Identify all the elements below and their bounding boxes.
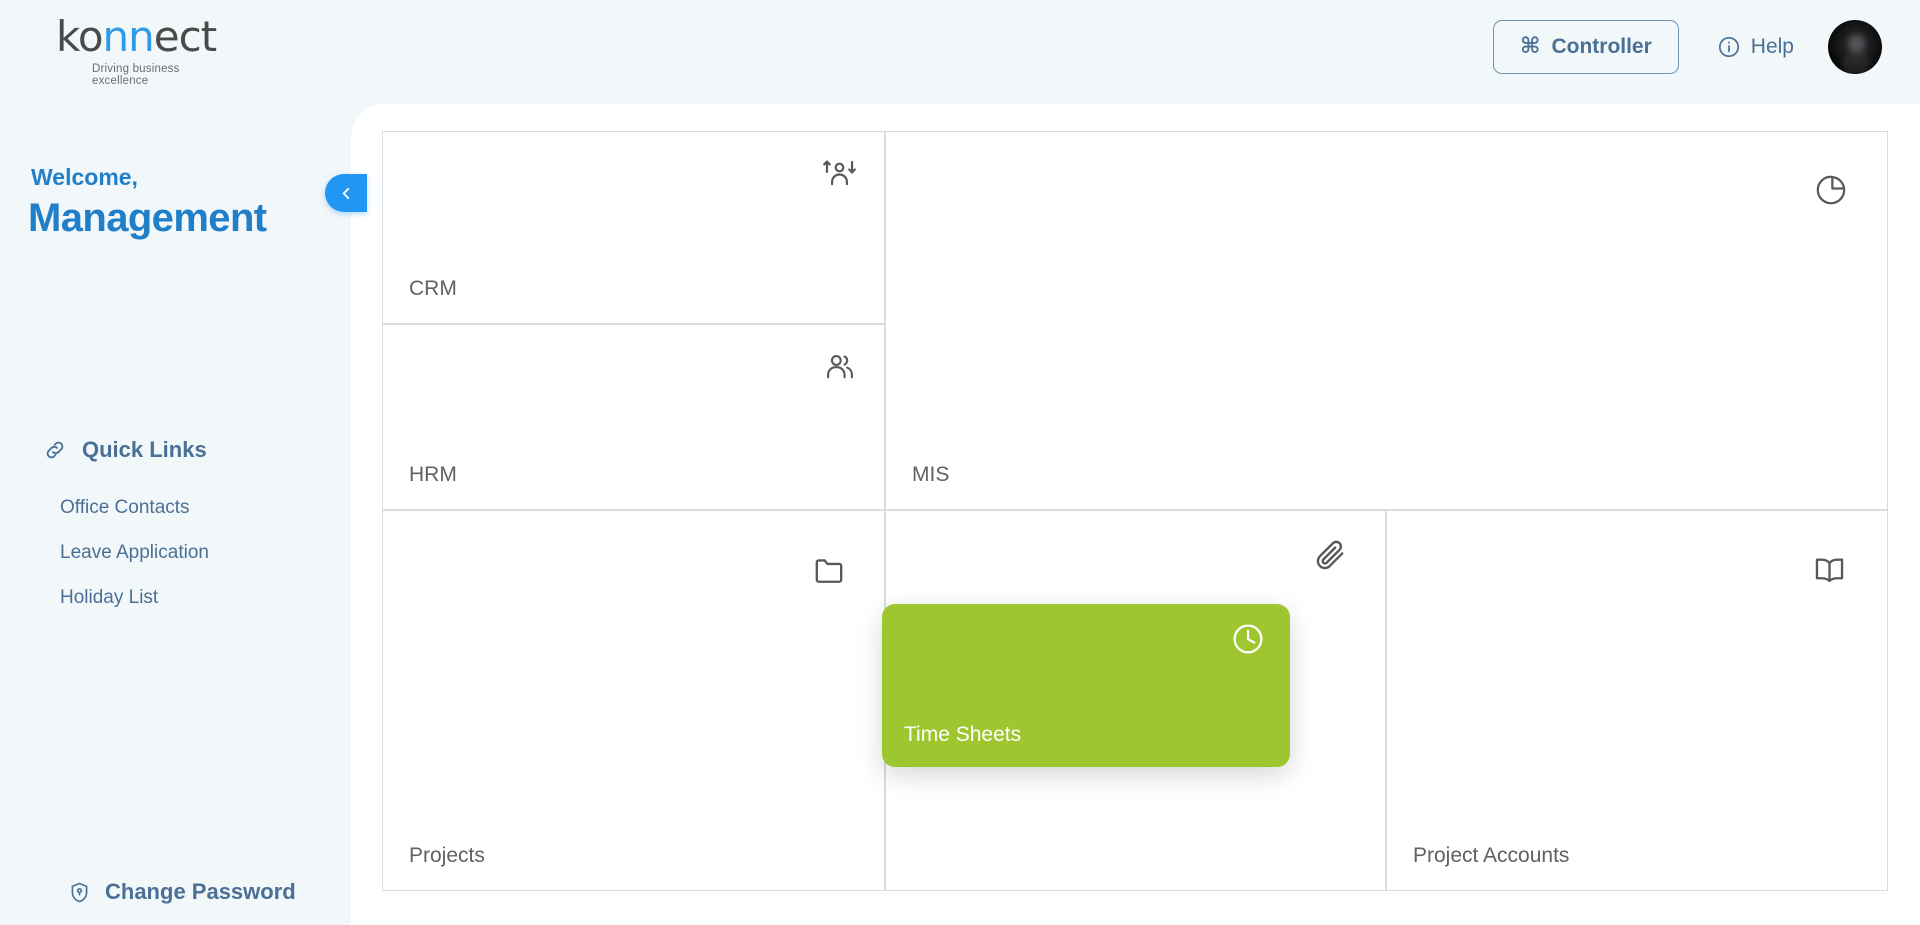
clock-icon (1230, 621, 1266, 657)
quick-links-title: Quick Links (82, 437, 207, 462)
tile-project-accounts[interactable]: Project Accounts (1386, 510, 1888, 891)
brand-logo-wordmark: konnect (56, 16, 236, 58)
chevron-left-icon (338, 185, 355, 202)
brand-tagline: Driving business excellence (92, 63, 180, 87)
user-avatar[interactable] (1828, 20, 1882, 74)
brand-logo[interactable]: konnect Driving business excellence (56, 16, 236, 88)
controller-button[interactable]: ⌘ Controller (1493, 20, 1679, 74)
tile-hrm[interactable]: HRM (382, 324, 885, 510)
user-transfer-icon (822, 157, 857, 192)
tile-label: CRM (409, 277, 457, 300)
tile-label: Projects (409, 844, 485, 867)
brand-logo-part3: ect (153, 12, 217, 61)
change-password-button[interactable]: Change Password (68, 879, 296, 905)
tile-label: Time Sheets (904, 723, 1022, 746)
tile-projects[interactable]: Projects (382, 510, 885, 891)
tile-crm[interactable]: CRM (382, 131, 885, 324)
shield-lock-icon (68, 881, 91, 904)
info-circle-icon (1717, 35, 1741, 59)
users-icon (823, 350, 857, 384)
folder-icon (812, 553, 847, 588)
link-chain-icon (42, 437, 68, 463)
book-open-icon (1812, 553, 1847, 588)
tile-label: Project Accounts (1413, 844, 1570, 867)
paperclip-icon (1313, 538, 1349, 574)
help-button-label: Help (1750, 35, 1794, 58)
main-content-panel: CRM HRM MIS Projects Project Accounts Ti… (351, 104, 1920, 925)
header-actions: ⌘ Controller Help (1493, 20, 1882, 74)
tile-time-sheets[interactable]: Time Sheets (882, 604, 1290, 767)
welcome-username: Management (28, 196, 267, 240)
controller-button-label: Controller (1551, 35, 1652, 58)
pie-chart-icon (1813, 172, 1849, 208)
sidebar: Welcome, Management Quick Links Office C… (0, 104, 351, 925)
brand-logo-part1: ko (56, 12, 104, 61)
sidebar-bottom-actions: Change Password Log Out (68, 879, 296, 925)
quick-links-list: Office Contacts Leave Application Holida… (60, 497, 209, 609)
command-icon: ⌘ (1520, 34, 1541, 59)
quick-link-leave-application[interactable]: Leave Application (60, 542, 209, 564)
tile-label: MIS (912, 463, 950, 486)
tile-mis[interactable]: MIS (885, 131, 1888, 510)
sidebar-collapse-toggle[interactable] (325, 174, 367, 212)
help-button[interactable]: Help (1717, 35, 1794, 59)
top-header: konnect Driving business excellence ⌘ Co… (0, 0, 1920, 104)
quick-link-holiday-list[interactable]: Holiday List (60, 587, 209, 609)
dashboard-page: konnect Driving business excellence ⌘ Co… (0, 0, 1920, 925)
module-tile-grid: CRM HRM MIS Projects Project Accounts Ti… (382, 131, 1888, 891)
tile-label: HRM (409, 463, 457, 486)
quick-links-header[interactable]: Quick Links (42, 437, 207, 463)
welcome-greeting: Welcome, (31, 164, 138, 190)
quick-link-office-contacts[interactable]: Office Contacts (60, 497, 209, 519)
change-password-label: Change Password (105, 879, 296, 904)
brand-logo-part2: nn (102, 12, 155, 61)
